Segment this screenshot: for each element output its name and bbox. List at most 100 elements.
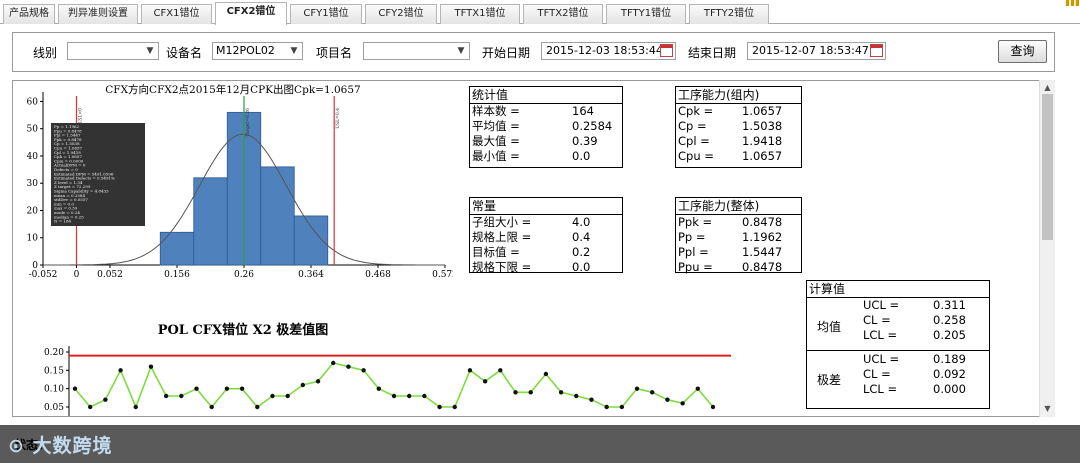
tab-1[interactable]: 判异准则设置 — [58, 4, 138, 24]
chevron-down-icon: ▼ — [146, 46, 154, 56]
stat-key: 规格上限 = — [472, 230, 532, 244]
tab-5[interactable]: CFY2错位 — [365, 4, 437, 24]
stat-row: UCL = 0.189 — [863, 352, 989, 367]
stat-value: 1.1962 — [742, 230, 783, 244]
vertical-scrollbar[interactable]: ▲ ▼ — [1039, 80, 1055, 417]
range-label: 极差 — [817, 373, 842, 387]
range-point — [179, 393, 184, 399]
x-tick-label: 0.572 — [432, 270, 453, 280]
tab-9[interactable]: TFTY2错位 — [689, 4, 769, 24]
range-point — [482, 379, 488, 384]
stat-key: CL = — [863, 367, 891, 381]
scroll-up-icon[interactable]: ▲ — [1040, 81, 1055, 95]
watermark-text: 大数跨境 — [32, 435, 113, 457]
range-rows: UCL = 0.189 CL = 0.092 LCL = 0.000 — [863, 352, 989, 397]
line-label: 线别 — [33, 46, 58, 60]
capability-overall-rows: Ppk = 0.8478 Pp = 1.1962 Ppl = 1.5447 Ppu = 0.8… — [676, 215, 801, 275]
filter-bar: 线别 ▼ 设备名 M12POL02 ▼ 项目名 ▼ 开始日期 2015-12-0… — [12, 32, 1055, 72]
chevron-down-icon: ▼ — [290, 46, 298, 56]
range-point — [118, 368, 123, 373]
stat-value: 1.9418 — [742, 134, 783, 148]
tab-0[interactable]: 产品规格 — [3, 4, 55, 24]
cpk-histogram: CFX方向CFX2点2015年12月CPK出图Cpk=1.0657 0 10 20 30… — [27, 83, 453, 280]
stat-row: 最小值 = 0.0 — [470, 149, 622, 164]
stat-row: CL = 0.258 — [863, 313, 989, 328]
range-point — [331, 360, 336, 366]
constants-table: 常量 子组大小 = 4.0 规格上限 = 0.4 目标值 = 0.2 规格下限 = 0.0 — [469, 197, 623, 275]
capability-within-table: 工序能力(组内) Cpk = 1.0657 Cp = 1.5038 Cpl = 1.941… — [675, 86, 802, 168]
tab-8[interactable]: TFTY1错位 — [606, 4, 686, 24]
tab-4[interactable]: CFY1错位 — [290, 4, 362, 24]
stat-value: 0.092 — [933, 367, 966, 381]
stat-key: Ppk = — [678, 215, 713, 229]
y-tick-label: 40 — [27, 152, 39, 162]
tab-7[interactable]: TFTX2错位 — [523, 4, 603, 24]
start-date-value: 2015-12-03 18:53:44 — [546, 44, 663, 57]
range-point — [589, 397, 594, 402]
stat-row: 子组大小 = 4.0 — [470, 215, 622, 230]
range-point — [163, 393, 169, 399]
range-point — [558, 390, 564, 395]
calculated-title: 计算值 — [807, 281, 989, 298]
stat-key: CL = — [863, 313, 891, 327]
scrollbar-thumb[interactable] — [1042, 94, 1053, 240]
item-select[interactable]: ▼ — [363, 42, 470, 60]
stat-row: Cpl = 1.9418 — [676, 134, 801, 149]
x-tick-label: -0.052 — [29, 270, 58, 280]
scroll-down-icon[interactable]: ▼ — [1040, 402, 1055, 416]
range-series-line — [74, 362, 714, 410]
stat-key: 规格下限 = — [472, 260, 532, 274]
start-date-input[interactable]: 2015-12-03 18:53:44 — [541, 42, 676, 60]
tab-6[interactable]: TFTX1错位 — [440, 4, 520, 24]
range-point — [710, 404, 716, 410]
stat-key: 子组大小 = — [472, 215, 532, 229]
tab-2[interactable]: CFX1错位 — [141, 4, 212, 24]
stat-row: Cp = 1.5038 — [676, 119, 801, 134]
stat-value: 1.0657 — [742, 149, 783, 163]
target-line-label: Target=0.26 — [245, 108, 251, 137]
calendar-icon[interactable] — [660, 44, 673, 57]
capability-panel-line: N = 164 — [54, 219, 71, 224]
range-point — [300, 382, 306, 388]
range-point — [467, 368, 473, 373]
histogram-bar — [193, 177, 228, 266]
range-point — [270, 393, 275, 399]
stat-value: 0.39 — [572, 134, 598, 148]
stat-value: 0.8478 — [742, 260, 783, 274]
line-select[interactable]: ▼ — [67, 42, 159, 60]
stat-key: UCL = — [863, 352, 900, 366]
stat-value: 0.4 — [572, 230, 591, 244]
device-select[interactable]: M12POL02 ▼ — [212, 42, 303, 60]
x-tick-label: 0.468 — [365, 270, 391, 280]
end-date-value: 2015-12-07 18:53:47 — [752, 44, 869, 57]
stat-row: LCL = 0.205 — [863, 328, 989, 343]
constants-rows: 子组大小 = 4.0 规格上限 = 0.4 目标值 = 0.2 规格下限 = 0.0 — [470, 215, 622, 275]
range-point — [103, 397, 108, 402]
calculated-table: 计算值 均值 UCL = 0.311 CL = 0.258 LCL = 0.205 极差 … — [806, 280, 990, 409]
range-point — [665, 397, 670, 402]
stat-row: Pp = 1.1962 — [676, 230, 801, 245]
stat-value: 0.0 — [572, 260, 591, 274]
range-y-tick-label: 0.15 — [44, 366, 64, 376]
range-point — [452, 404, 457, 410]
stat-key: Cpl = — [678, 134, 710, 148]
x-tick-label: 0.156 — [164, 270, 190, 280]
range-point — [634, 386, 640, 391]
y-tick-label: 10 — [27, 234, 39, 244]
stat-row: 规格下限 = 0.0 — [470, 260, 622, 275]
range-point — [695, 386, 701, 391]
stat-row: 样本数 = 164 — [470, 104, 622, 119]
stat-value: 0.0 — [572, 149, 591, 163]
capability-within-title: 工序能力(组内) — [676, 87, 801, 104]
calendar-icon[interactable] — [870, 44, 883, 57]
stat-value: 0.189 — [933, 352, 966, 366]
tab-strip: 产品规格 判异准则设置 CFX1错位 CFX2错位 CFY1错位 CFY2错位 TFTX1错… — [0, 0, 1080, 25]
range-point — [422, 393, 427, 399]
stat-key: 样本数 = — [472, 104, 520, 118]
mean-label: 均值 — [817, 320, 842, 334]
end-date-input[interactable]: 2015-12-07 18:53:47 — [747, 42, 886, 60]
range-point — [391, 393, 397, 399]
query-button[interactable]: 查询 — [998, 40, 1047, 63]
tab-3[interactable]: CFX2错位 — [215, 2, 287, 25]
range-point — [87, 404, 93, 410]
